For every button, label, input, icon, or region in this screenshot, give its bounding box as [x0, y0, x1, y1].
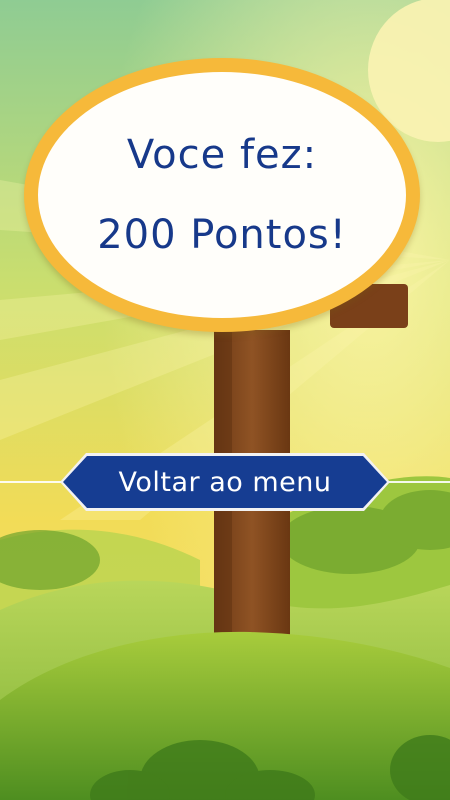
divider-line-left [0, 481, 64, 483]
divider-line-right [386, 481, 450, 483]
score-heading: Voce fez: [126, 132, 318, 178]
back-to-menu-button[interactable]: Voltar ao menu [60, 453, 390, 511]
back-to-menu-label: Voltar ao menu [118, 466, 332, 498]
score-value: 200 Pontos! [97, 212, 347, 258]
back-to-menu-button-wrapper: Voltar ao menu [60, 453, 390, 511]
game-over-screen: Voce fez: 200 Pontos! Voltar ao menu [0, 0, 450, 800]
back-to-menu-button-face[interactable]: Voltar ao menu [63, 456, 387, 508]
score-sign: Voce fez: 200 Pontos! [24, 58, 420, 332]
